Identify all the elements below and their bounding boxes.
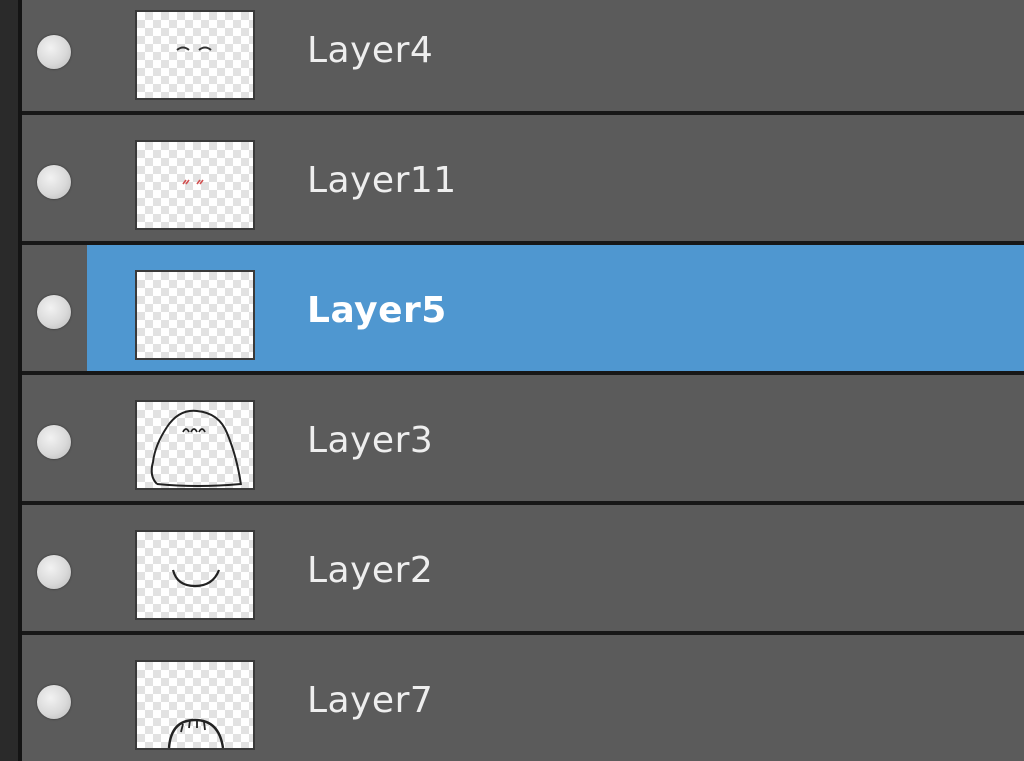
visibility-toggle-icon[interactable] (37, 35, 71, 69)
layer-name: Layer5 (307, 290, 447, 331)
layers-panel: Layer4 Layer11 Layer5 Layer3 Layer2 Laye… (0, 0, 1024, 761)
layer-row-layer7[interactable]: Layer7 (22, 635, 1024, 761)
layer-row-layer5[interactable]: Layer5 (22, 245, 1024, 375)
panel-left-edge (0, 0, 22, 761)
head-outline-sketch-icon (150, 409, 242, 487)
layer-name: Layer4 (307, 30, 434, 71)
layer-row-layer11[interactable]: Layer11 (22, 115, 1024, 245)
layer-thumbnail (135, 10, 255, 100)
layer-name: Layer11 (307, 160, 457, 201)
layer-thumbnail (135, 270, 255, 360)
layer-thumbnail (135, 140, 255, 230)
layer-thumbnail (135, 400, 255, 490)
layer-name: Layer7 (307, 680, 434, 721)
layer-thumbnail (135, 660, 255, 750)
visibility-toggle-icon[interactable] (37, 425, 71, 459)
visibility-toggle-icon[interactable] (37, 165, 71, 199)
layer-row-layer2[interactable]: Layer2 (22, 505, 1024, 635)
layer-row-layer3[interactable]: Layer3 (22, 375, 1024, 505)
layer-list: Layer4 Layer11 Layer5 Layer3 Layer2 Laye… (22, 0, 1024, 761)
layer-name: Layer2 (307, 550, 434, 591)
mouth-sketch-icon (171, 569, 221, 588)
layer-name: Layer3 (307, 420, 434, 461)
visibility-toggle-icon[interactable] (37, 555, 71, 589)
visibility-toggle-icon[interactable] (37, 685, 71, 719)
hair-sketch-icon (167, 718, 225, 748)
red-marks-sketch-icon (182, 179, 204, 185)
layer-row-layer4[interactable]: Layer4 (22, 0, 1024, 115)
eyebrows-sketch-icon (176, 46, 212, 51)
layer-thumbnail (135, 530, 255, 620)
visibility-toggle-icon[interactable] (37, 295, 71, 329)
